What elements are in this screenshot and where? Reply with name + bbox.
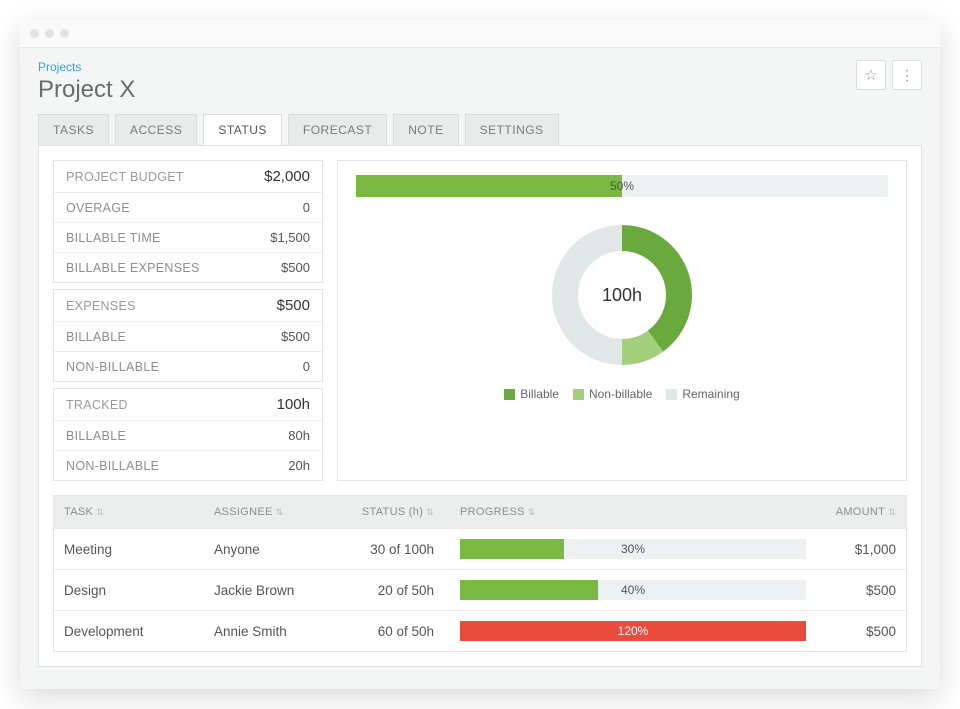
legend-label: Remaining xyxy=(682,387,739,401)
cell-task: Meeting xyxy=(54,532,204,567)
cell-assignee: Jackie Brown xyxy=(204,573,344,608)
cell-amount: $1,000 xyxy=(816,532,906,567)
table-row[interactable]: DesignJackie Brown20 of 50h 40% $500 xyxy=(54,569,906,610)
value: $500 xyxy=(277,297,310,314)
legend-label: Billable xyxy=(520,387,559,401)
label: TRACKED xyxy=(66,398,128,412)
legend-item: Non-billable xyxy=(573,387,652,401)
legend-swatch xyxy=(573,389,584,400)
legend-swatch xyxy=(504,389,515,400)
sort-icon: ⇅ xyxy=(96,507,104,517)
value: $2,000 xyxy=(264,168,310,185)
summary-column: PROJECT BUDGET $2,000 OVERAGE 0 BILLABLE T… xyxy=(53,160,323,481)
star-icon: ☆ xyxy=(864,66,877,84)
progress-bar: 50% xyxy=(356,175,888,197)
value: $1,500 xyxy=(270,230,310,245)
status-panel: PROJECT BUDGET $2,000 OVERAGE 0 BILLABLE T… xyxy=(38,145,922,667)
cell-status: 30 of 100h xyxy=(344,532,444,567)
label: BILLABLE xyxy=(66,429,126,443)
col-task[interactable]: TASK⇅ xyxy=(54,496,204,528)
value: 0 xyxy=(303,359,310,374)
progress-bar-label: 50% xyxy=(356,175,888,197)
value: $500 xyxy=(281,329,310,344)
value: 80h xyxy=(288,428,310,443)
label: EXPENSES xyxy=(66,299,136,313)
donut-chart: 100h xyxy=(542,215,702,375)
tab-access[interactable]: ACCESS xyxy=(115,114,197,145)
breadcrumb[interactable]: Projects xyxy=(38,60,135,74)
cell-progress: 40% xyxy=(444,570,816,610)
row-progress-label: 30% xyxy=(460,539,806,559)
sort-icon: ⇅ xyxy=(528,507,536,517)
traffic-light-dot xyxy=(45,29,54,38)
value: 20h xyxy=(288,458,310,473)
col-progress[interactable]: PROGRESS⇅ xyxy=(444,496,816,528)
legend: Billable Non-billable Remaining xyxy=(504,387,739,401)
cell-task: Development xyxy=(54,614,204,649)
page-title: Project X xyxy=(38,76,135,104)
tab-forecast[interactable]: FORECAST xyxy=(288,114,387,145)
col-status[interactable]: STATUS (h)⇅ xyxy=(344,496,444,528)
expenses-box: EXPENSES $500 BILLABLE $500 NON-BILLABLE 0 xyxy=(53,289,323,382)
row-progress-bar: 30% xyxy=(460,539,806,559)
traffic-light-dot xyxy=(30,29,39,38)
cell-progress: 120% xyxy=(444,611,816,651)
label: NON-BILLABLE xyxy=(66,360,159,374)
col-amount[interactable]: AMOUNT⇅ xyxy=(816,496,906,528)
legend-swatch xyxy=(666,389,677,400)
legend-item: Remaining xyxy=(666,387,739,401)
chart-panel: 50% 100h Billable Non-billable Remaining xyxy=(337,160,907,481)
sort-icon: ⇅ xyxy=(426,507,434,517)
value: 100h xyxy=(277,396,310,413)
tab-settings[interactable]: SETTINGS xyxy=(465,114,559,145)
cell-status: 20 of 50h xyxy=(344,573,444,608)
tracked-box: TRACKED 100h BILLABLE 80h NON-BILLABLE 20h xyxy=(53,388,323,481)
traffic-light-dot xyxy=(60,29,69,38)
row-progress-bar: 40% xyxy=(460,580,806,600)
label: BILLABLE xyxy=(66,330,126,344)
label: PROJECT BUDGET xyxy=(66,170,184,184)
legend-label: Non-billable xyxy=(589,387,652,401)
table-header: TASK⇅ ASSIGNEE⇅ STATUS (h)⇅ PROGRESS⇅ AM… xyxy=(54,496,906,528)
tab-tasks[interactable]: TASKS xyxy=(38,114,109,145)
row-progress-bar: 120% xyxy=(460,621,806,641)
donut-center-label: 100h xyxy=(542,215,702,375)
value: 0 xyxy=(303,200,310,215)
cell-status: 60 of 50h xyxy=(344,614,444,649)
tasks-table: TASK⇅ ASSIGNEE⇅ STATUS (h)⇅ PROGRESS⇅ AM… xyxy=(53,495,907,652)
col-assignee[interactable]: ASSIGNEE⇅ xyxy=(204,496,344,528)
row-progress-label: 120% xyxy=(460,621,806,641)
titlebar xyxy=(20,20,940,48)
sort-icon: ⇅ xyxy=(888,507,896,517)
table-row[interactable]: MeetingAnyone30 of 100h 30% $1,000 xyxy=(54,528,906,569)
label: BILLABLE EXPENSES xyxy=(66,261,200,275)
label: NON-BILLABLE xyxy=(66,459,159,473)
favorite-button[interactable]: ☆ xyxy=(856,60,886,90)
app-window: Projects Project X ☆ ⋮ TASKSACCESSSTATUS… xyxy=(20,20,940,689)
tab-status[interactable]: STATUS xyxy=(203,114,282,145)
label: BILLABLE TIME xyxy=(66,231,161,245)
cell-assignee: Annie Smith xyxy=(204,614,344,649)
sort-icon: ⇅ xyxy=(276,507,284,517)
table-row[interactable]: DevelopmentAnnie Smith60 of 50h 120% $500 xyxy=(54,610,906,651)
cell-amount: $500 xyxy=(816,573,906,608)
budget-box: PROJECT BUDGET $2,000 OVERAGE 0 BILLABLE T… xyxy=(53,160,323,283)
cell-task: Design xyxy=(54,573,204,608)
legend-item: Billable xyxy=(504,387,559,401)
more-button[interactable]: ⋮ xyxy=(892,60,922,90)
cell-progress: 30% xyxy=(444,529,816,569)
cell-assignee: Anyone xyxy=(204,532,344,567)
tab-note[interactable]: NOTE xyxy=(393,114,458,145)
kebab-icon: ⋮ xyxy=(900,68,914,82)
label: OVERAGE xyxy=(66,201,130,215)
row-progress-label: 40% xyxy=(460,580,806,600)
cell-amount: $500 xyxy=(816,614,906,649)
value: $500 xyxy=(281,260,310,275)
